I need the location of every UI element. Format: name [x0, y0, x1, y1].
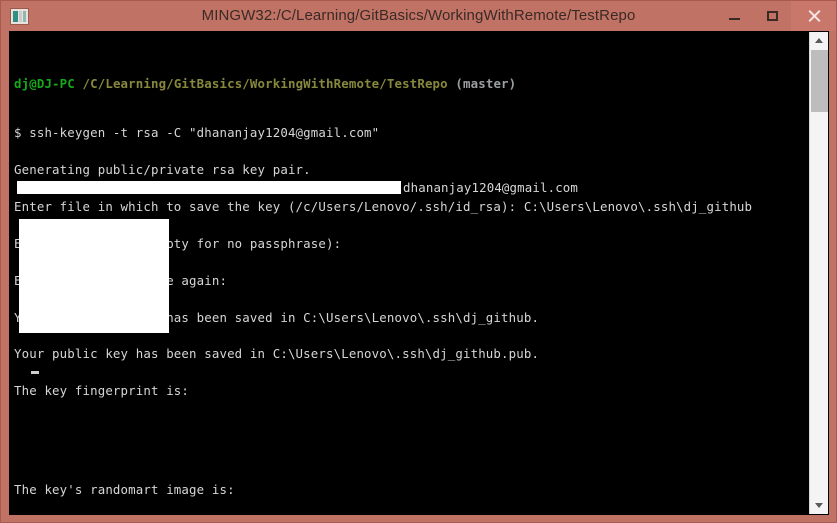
terminal-line-public-key-saved: Your public key has been saved in C:\Use… [14, 346, 540, 362]
prompt-line-top: dj@DJ-PC /C/Learning/GitBasics/WorkingWi… [14, 75, 809, 91]
window-controls [715, 1, 836, 31]
fingerprint-email-text: dhananjay1204@gmail.com [403, 180, 579, 195]
minimize-button[interactable] [715, 1, 753, 31]
terminal-line-command: $ ssh-keygen -t rsa -C "dhananjay1204@gm… [14, 125, 380, 141]
close-icon [807, 9, 821, 23]
scroll-down-arrow[interactable] [810, 497, 828, 514]
prompt-branch: (master) [455, 75, 517, 91]
window-title: MINGW32:/C/Learning/GitBasics/WorkingWit… [201, 7, 636, 24]
minimize-icon [728, 18, 740, 20]
terminal-line-fingerprint-label: The key fingerprint is: [14, 383, 190, 399]
terminal-viewport[interactable]: dj@DJ-PC /C/Learning/GitBasics/WorkingWi… [9, 31, 829, 515]
terminal-cursor [31, 371, 39, 374]
maximize-button[interactable] [753, 1, 791, 31]
randomart-redaction-block [19, 219, 169, 333]
maximize-icon [766, 11, 778, 21]
terminal-scrollbar[interactable] [809, 32, 828, 514]
terminal-line-randomart-label: The key's randomart image is: [14, 481, 235, 497]
prompt-user: dj@DJ-PC [14, 75, 75, 91]
scroll-thumb[interactable] [811, 50, 828, 112]
close-button[interactable] [791, 1, 836, 31]
scroll-up-arrow[interactable] [810, 32, 828, 49]
terminal-line-generating: Generating public/private rsa key pair. [14, 161, 311, 177]
prompt-path: /C/Learning/GitBasics/WorkingWithRemote/… [74, 75, 456, 91]
fingerprint-redaction-block [17, 181, 401, 194]
terminal-line-enter-file: Enter file in which to save the key (/c/… [14, 198, 753, 214]
window-titlebar[interactable]: MINGW32:/C/Learning/GitBasics/WorkingWit… [1, 1, 836, 31]
mingw32-terminal-window: MINGW32:/C/Learning/GitBasics/WorkingWit… [0, 0, 837, 523]
terminal-line-fingerprint-value [14, 435, 809, 447]
